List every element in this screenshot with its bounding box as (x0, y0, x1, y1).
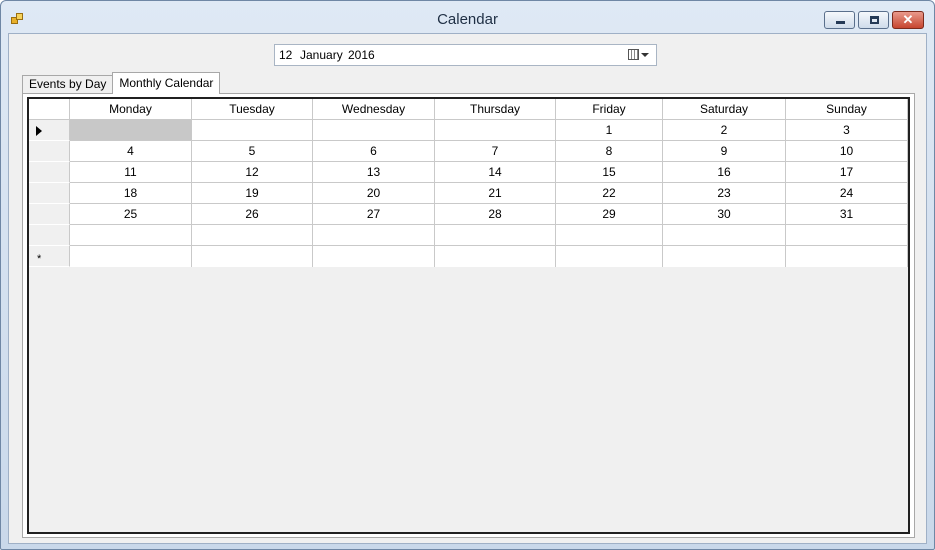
grid-cell[interactable] (70, 120, 192, 141)
grid-cell[interactable]: 28 (435, 204, 556, 225)
close-icon: ✕ (902, 12, 914, 27)
new-row-marker: * (37, 253, 42, 265)
grid-cell[interactable]: 31 (786, 204, 908, 225)
maximize-button[interactable] (858, 11, 889, 29)
calendar-grid[interactable]: Monday Tuesday Wednesday Thursday Friday Satu… (27, 97, 910, 534)
row-header[interactable] (29, 183, 70, 204)
table-row[interactable]: 123 (29, 120, 908, 141)
grid-cell[interactable]: 26 (192, 204, 313, 225)
grid-cell[interactable]: 25 (70, 204, 192, 225)
row-header[interactable] (29, 120, 70, 141)
window-controls: ✕ (824, 11, 924, 29)
date-picker-day[interactable]: 12 (279, 48, 300, 62)
row-header[interactable] (29, 225, 70, 246)
column-header-monday[interactable]: Monday (70, 99, 192, 120)
grid-cell[interactable] (435, 120, 556, 141)
grid-cell[interactable]: 12 (192, 162, 313, 183)
column-header-wednesday[interactable]: Wednesday (313, 99, 435, 120)
grid-cell[interactable]: 24 (786, 183, 908, 204)
grid-cell[interactable] (556, 246, 663, 267)
grid-cell[interactable] (192, 120, 313, 141)
grid-cell[interactable]: 6 (313, 141, 435, 162)
grid-cell[interactable] (786, 225, 908, 246)
grid-cell[interactable] (556, 225, 663, 246)
row-header[interactable]: * (29, 246, 70, 267)
grid-header: Monday Tuesday Wednesday Thursday Friday Satu… (29, 99, 908, 120)
grid-cell[interactable]: 10 (786, 141, 908, 162)
grid-cell[interactable]: 7 (435, 141, 556, 162)
calendar-window: Calendar ✕ 12 January 2016 Events by Day… (0, 0, 935, 550)
grid-cell[interactable]: 8 (556, 141, 663, 162)
grid-cell[interactable] (313, 225, 435, 246)
close-button[interactable]: ✕ (892, 11, 924, 29)
grid-cell[interactable]: 22 (556, 183, 663, 204)
grid-corner-header[interactable] (29, 99, 70, 120)
date-picker-month[interactable]: January (300, 48, 348, 62)
grid-cell[interactable]: 27 (313, 204, 435, 225)
grid-cell[interactable]: 4 (70, 141, 192, 162)
grid-cell[interactable]: 15 (556, 162, 663, 183)
row-header[interactable] (29, 162, 70, 183)
grid-cell[interactable] (663, 225, 786, 246)
date-picker-year[interactable]: 2016 (348, 48, 375, 62)
minimize-button[interactable] (824, 11, 855, 29)
column-header-sunday[interactable]: Sunday (786, 99, 908, 120)
date-picker[interactable]: 12 January 2016 (274, 44, 657, 66)
grid-cell[interactable] (70, 225, 192, 246)
grid-cell[interactable]: 5 (192, 141, 313, 162)
column-header-friday[interactable]: Friday (556, 99, 663, 120)
grid-cell[interactable]: 21 (435, 183, 556, 204)
maximize-icon (870, 16, 879, 24)
table-row[interactable]: 4 5 6 7 8 9 10 (29, 141, 908, 162)
grid-cell[interactable]: 14 (435, 162, 556, 183)
grid-cell[interactable] (663, 246, 786, 267)
grid-cell[interactable]: 29 (556, 204, 663, 225)
column-header-saturday[interactable]: Saturday (663, 99, 786, 120)
grid-cell[interactable]: 3 (786, 120, 908, 141)
grid-cell[interactable]: 9 (663, 141, 786, 162)
grid-cell[interactable]: 18 (70, 183, 192, 204)
grid-cell[interactable]: 30 (663, 204, 786, 225)
grid-cell[interactable]: 20 (313, 183, 435, 204)
monthly-calendar-page: Monday Tuesday Wednesday Thursday Friday Satu… (22, 93, 915, 538)
grid-cell[interactable] (313, 120, 435, 141)
grid-cell[interactable] (192, 225, 313, 246)
table-row[interactable] (29, 225, 908, 246)
grid-body: 1 2 3 4 5 6 7 8 9 10 11 12 13 14 15 16 17 18 19 20 21 22 23 24 2… (29, 120, 908, 267)
grid-cell[interactable]: 19 (192, 183, 313, 204)
row-header[interactable] (29, 204, 70, 225)
grid-cell[interactable]: 16 (663, 162, 786, 183)
calendar-dropdown-icon[interactable] (628, 49, 649, 62)
grid-cell[interactable] (786, 246, 908, 267)
grid-cell[interactable] (313, 246, 435, 267)
column-header-thursday[interactable]: Thursday (435, 99, 556, 120)
grid-cell[interactable] (70, 246, 192, 267)
grid-cell[interactable] (192, 246, 313, 267)
grid-cell[interactable] (435, 246, 556, 267)
table-row[interactable]: 25 26 27 28 29 30 31 (29, 204, 908, 225)
table-row[interactable]: 18 19 20 21 22 23 24 (29, 183, 908, 204)
tab-events-by-day[interactable]: Events by Day (22, 75, 114, 94)
grid-cell[interactable]: 2 (663, 120, 786, 141)
grid-cell[interactable]: 23 (663, 183, 786, 204)
client-area: 12 January 2016 Events by Day Monthly Ca… (8, 33, 927, 544)
current-row-arrow-icon (36, 126, 42, 136)
table-row[interactable]: 11 12 13 14 15 16 17 (29, 162, 908, 183)
grid-cell[interactable]: 17 (786, 162, 908, 183)
tab-monthly-calendar[interactable]: Monthly Calendar (112, 72, 221, 94)
minimize-icon (836, 21, 845, 24)
title-bar[interactable]: Calendar ✕ (1, 1, 934, 33)
table-row[interactable]: * (29, 246, 908, 267)
grid-cell[interactable] (435, 225, 556, 246)
grid-cell[interactable]: 11 (70, 162, 192, 183)
row-header[interactable] (29, 141, 70, 162)
grid-cell[interactable]: 13 (313, 162, 435, 183)
column-header-tuesday[interactable]: Tuesday (192, 99, 313, 120)
window-title: Calendar (437, 11, 498, 28)
tab-strip: Events by Day Monthly Calendar (22, 72, 221, 94)
grid-cell[interactable]: 1 (556, 120, 663, 141)
